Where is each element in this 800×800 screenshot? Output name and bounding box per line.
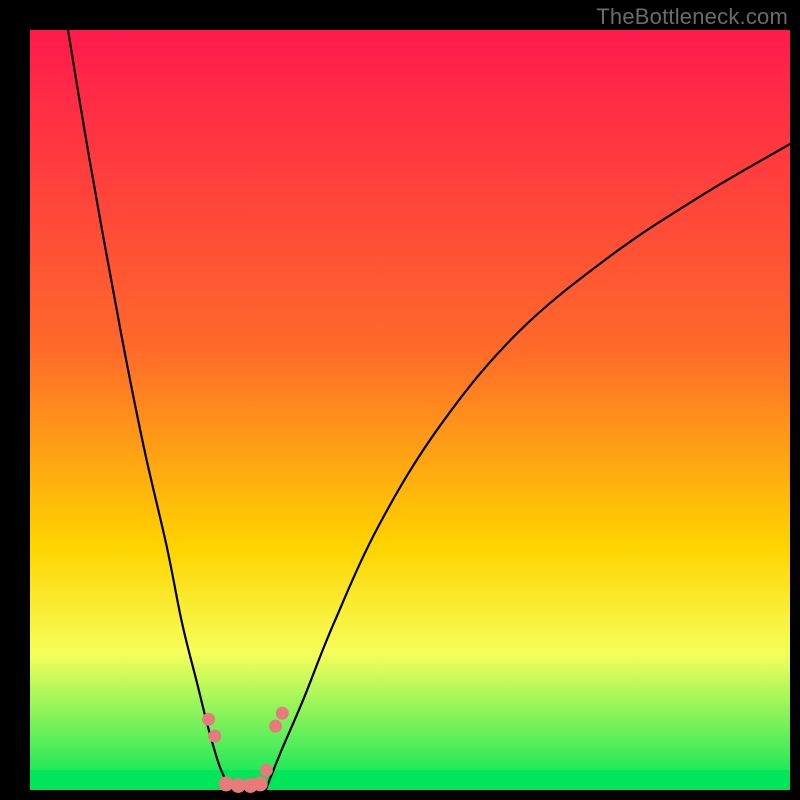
chart-stage: TheBottleneck.com — [0, 0, 800, 800]
highlight-dot — [269, 720, 282, 733]
baseline-band — [30, 770, 790, 790]
highlight-dot — [276, 707, 289, 720]
plot-area — [30, 30, 790, 790]
watermark-text: TheBottleneck.com — [596, 4, 788, 30]
bottleneck-plot — [0, 0, 800, 800]
highlight-dot — [208, 730, 221, 743]
highlight-dot — [202, 713, 215, 726]
highlight-dot — [253, 776, 268, 791]
highlight-dot — [260, 764, 273, 777]
